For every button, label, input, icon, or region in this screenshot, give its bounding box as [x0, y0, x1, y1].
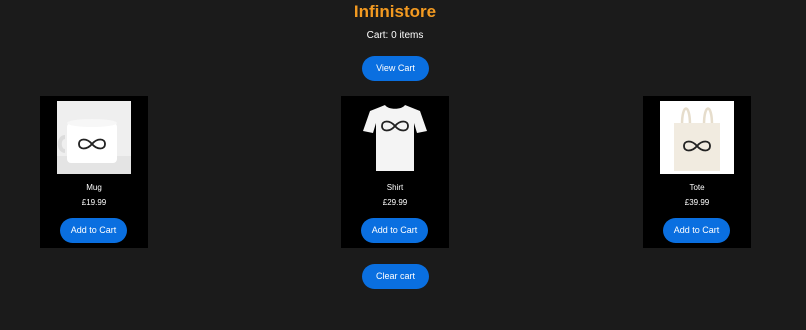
shirt-icon — [358, 101, 432, 174]
product-card-mug: Mug £19.99 Add to Cart — [40, 96, 148, 248]
cart-status: Cart: 0 items — [366, 30, 424, 41]
mug-icon — [57, 101, 131, 174]
store-title: Infinistore — [353, 2, 437, 21]
product-name: Mug — [86, 183, 102, 192]
add-to-cart-button-mug[interactable]: Add to Cart — [60, 218, 127, 243]
view-cart-button[interactable]: View Cart — [362, 56, 429, 81]
product-name: Shirt — [386, 183, 404, 192]
product-card-tote: Tote £39.99 Add to Cart — [643, 96, 751, 248]
shirt-image — [358, 101, 432, 174]
clear-cart-button[interactable]: Clear cart — [362, 264, 429, 289]
store-page: Infinistore Cart: 0 items View Cart Mug … — [0, 0, 806, 330]
product-name: Tote — [689, 183, 705, 192]
product-price: £29.99 — [382, 198, 408, 207]
add-to-cart-button-tote[interactable]: Add to Cart — [663, 218, 730, 243]
tote-image — [660, 101, 734, 174]
product-price: £19.99 — [81, 198, 107, 207]
mug-image — [57, 101, 131, 174]
product-card-shirt: Shirt £29.99 Add to Cart — [341, 96, 449, 248]
tote-bag-icon — [660, 101, 734, 174]
product-price: £39.99 — [684, 198, 710, 207]
add-to-cart-button-shirt[interactable]: Add to Cart — [361, 218, 428, 243]
